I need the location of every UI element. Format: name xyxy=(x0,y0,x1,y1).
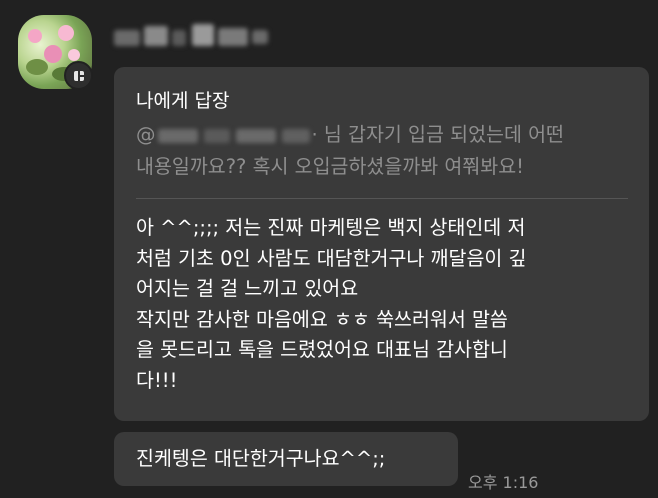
chat-screen: 나에게 답장 @ · 님 갑자기 입금 되었는데 어떤 내용일까요?? 혹시 오입… xyxy=(0,0,658,498)
message-text: 진케텡은 대단한거구나요^^;; xyxy=(136,447,386,470)
mention-obscured xyxy=(157,127,310,145)
reply-message-bubble[interactable]: 나에게 답장 @ · 님 갑자기 입금 되었는데 어떤 내용일까요?? 혹시 오입… xyxy=(114,67,649,421)
body-line: 처럼 기초 0인 사람도 대담한거구나 깨달음이 깊 xyxy=(136,246,527,270)
sender-name-obscured xyxy=(114,20,274,50)
quoted-line: @ · 님 갑자기 입금 되었는데 어떤 xyxy=(136,119,636,151)
body-line: 작지만 감사한 마음에요 ㅎㅎ 쑥쓰러워서 말씀 xyxy=(136,307,508,331)
quoted-line-2: 내용일까요?? 혹시 오입금하셨을까봐 여쭤봐요! xyxy=(136,155,524,178)
channel-glyph-icon xyxy=(74,71,84,81)
reply-divider xyxy=(136,198,628,199)
flower-icon xyxy=(68,49,80,61)
reply-title: 나에게 답장 xyxy=(136,90,230,112)
channel-badge-icon xyxy=(64,61,93,90)
text-message-bubble[interactable]: 진케텡은 대단한거구나요^^;; xyxy=(114,432,458,486)
body-line: 어지는 걸 걸 느끼고 있어요 xyxy=(136,277,359,300)
quoted-message[interactable]: @ · 님 갑자기 입금 되었는데 어떤 내용일까요?? 혹시 오입금하셨을까봐 … xyxy=(136,119,636,183)
quoted-prefix: @ xyxy=(136,123,156,146)
body-line: 다!!! xyxy=(136,368,178,392)
flower-icon xyxy=(58,25,74,41)
message-timestamp: 오후 1:16 xyxy=(468,473,539,492)
body-line: 을 못드리고 톡을 드렸었어요 대표님 감사합니 xyxy=(136,338,508,361)
flower-icon xyxy=(44,45,62,63)
flower-icon xyxy=(28,29,42,43)
body-line: 아 ^^;;;; 저는 진짜 마케텡은 백지 상태인데 저 xyxy=(136,216,526,239)
leaf-icon xyxy=(26,59,48,75)
reply-body-text: 아 ^^;;;; 저는 진짜 마케텡은 백지 상태인데 저 처럼 기초 0인 사… xyxy=(136,213,641,396)
quoted-line-1: · 님 갑자기 입금 되었는데 어떤 xyxy=(311,123,564,146)
